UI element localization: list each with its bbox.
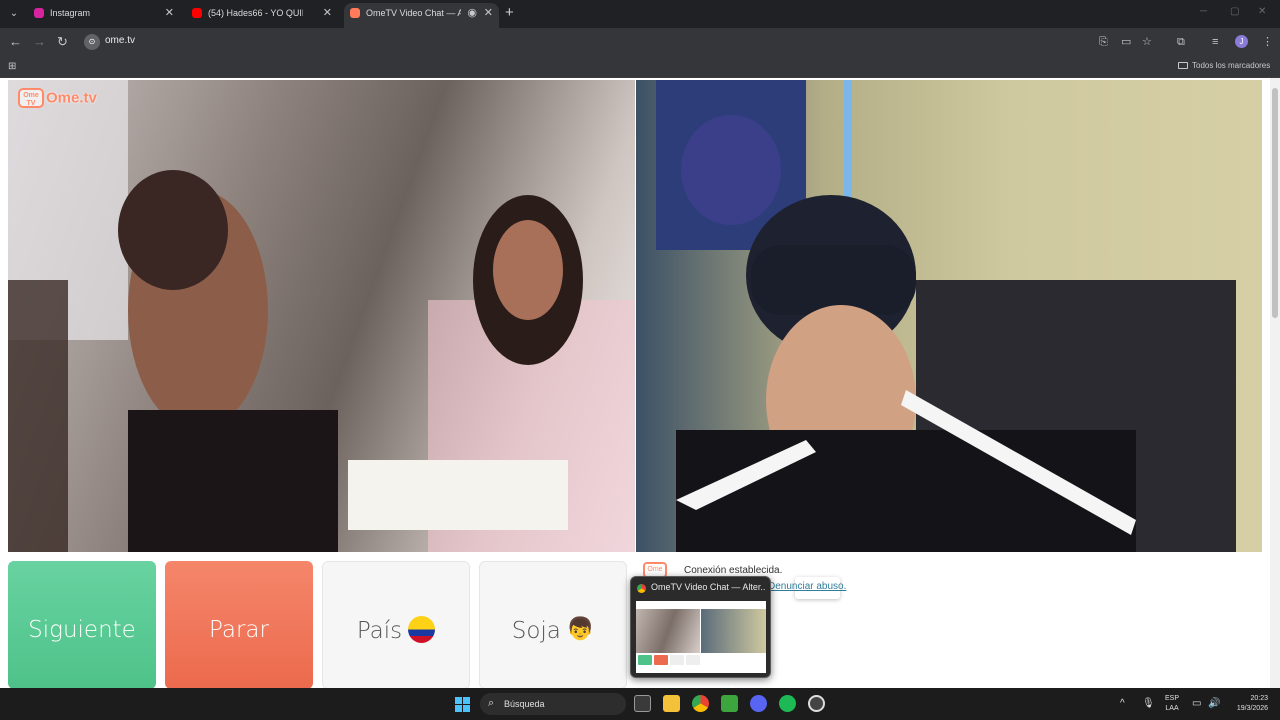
discord-icon[interactable] (750, 695, 767, 712)
preview-image (636, 601, 766, 673)
remote-video (8, 80, 635, 552)
tab-youtube[interactable]: (54) Hades66 - YO QUIERO ✕ (186, 3, 338, 28)
close-icon[interactable]: ✕ (323, 3, 332, 23)
stop-button[interactable]: Parar (165, 561, 313, 689)
apps-grid-icon[interactable]: ⊞ (8, 61, 16, 72)
report-abuse-link[interactable]: Denunciar abuso. (768, 581, 846, 592)
show-hidden-icons[interactable]: ^ (1120, 698, 1125, 709)
microphone-icon[interactable]: 🎙 (1142, 698, 1155, 709)
taskbar-search[interactable]: ⌕ Búsqueda (480, 693, 626, 715)
url-text[interactable]: ome.tv (105, 35, 135, 46)
tab-title: OmeTV Video Chat — Alte (366, 8, 461, 18)
preview-next-button (638, 655, 652, 665)
keyboard-layout: LAA (1165, 705, 1179, 712)
tab-instagram[interactable]: Instagram ✕ (28, 3, 180, 28)
language-code: ESP (1165, 695, 1180, 702)
instagram-icon (34, 8, 44, 18)
minimize-icon[interactable]: ─ (1200, 6, 1207, 17)
search-label: Búsqueda (504, 699, 545, 709)
local-video (636, 80, 1262, 552)
maximize-icon[interactable]: ▢ (1230, 6, 1239, 17)
connection-message: Conexión establecida. (684, 565, 783, 576)
language-indicator[interactable]: ESP LAA (1165, 694, 1179, 714)
forward-icon[interactable]: → (33, 34, 46, 50)
next-button-label: Siguiente (28, 617, 136, 643)
preview-local-video (701, 609, 766, 653)
page-scrollbar[interactable] (1270, 78, 1280, 688)
extensions-icon[interactable]: ⧉ (1177, 35, 1185, 49)
translate-icon[interactable]: ⎘ (1099, 35, 1108, 49)
close-icon[interactable]: ✕ (165, 3, 174, 23)
tab-ometv[interactable]: OmeTV Video Chat — Alte ◉ ✕ (344, 3, 499, 28)
back-icon[interactable]: ← (9, 34, 22, 50)
media-controls-icon[interactable]: ≡ (1212, 35, 1218, 49)
reload-icon[interactable]: ↻ (57, 34, 68, 50)
volume-icon[interactable]: 🔊 (1208, 698, 1220, 709)
obs-icon[interactable] (808, 695, 825, 712)
gender-label: Soja (511, 618, 561, 644)
tab-title: (54) Hades66 - YO QUIERO (208, 8, 303, 18)
country-label: País (356, 618, 403, 644)
remote-video-image (8, 80, 635, 552)
preview-stop-button (654, 655, 668, 665)
tab-search-icon[interactable]: ⌄ (5, 5, 23, 23)
address-bar[interactable]: ⊙ ome.tv (80, 30, 1090, 54)
clock-date: 19/3/2026 (1236, 705, 1268, 712)
preview-remote-video (636, 609, 700, 653)
search-icon: ⌕ (488, 697, 495, 709)
tab-strip: ⌄ Instagram ✕ (54) Hades66 - YO QUIERO ✕… (0, 0, 1280, 28)
bookmarks-folder-label: Todos los marcadores (1192, 61, 1271, 70)
cast-icon[interactable]: ▭ (1121, 35, 1131, 49)
chrome-icon (637, 584, 646, 593)
preview-gender-button (686, 655, 700, 665)
recording-icon: ◉ (467, 7, 477, 19)
colombia-flag-icon (408, 616, 436, 643)
gender-selector[interactable]: Soja 👦 (479, 561, 627, 689)
country-selector[interactable]: País (322, 561, 470, 689)
minecraft-icon[interactable] (721, 695, 738, 712)
file-explorer-icon[interactable] (663, 695, 680, 712)
task-view-icon[interactable] (634, 695, 651, 712)
bookmarks-bar: ⊞ Todos los marcadores (0, 56, 1280, 78)
system-clock[interactable]: 20:23 19/3/2026 (1222, 694, 1268, 714)
folder-icon (1178, 62, 1188, 70)
site-info-icon[interactable]: ⊙ (84, 34, 100, 50)
tab-title: Instagram (50, 8, 91, 18)
network-icon[interactable]: ▭ (1192, 698, 1201, 709)
new-tab-button[interactable]: + (505, 4, 514, 22)
windows-start-icon[interactable] (455, 697, 470, 712)
bookmark-star-icon[interactable]: ☆ (1142, 35, 1152, 49)
close-window-icon[interactable]: ✕ (1258, 6, 1266, 17)
all-bookmarks-folder[interactable]: Todos los marcadores (1178, 61, 1270, 70)
profile-avatar[interactable]: J (1235, 35, 1248, 48)
stop-button-label: Parar (209, 617, 269, 643)
ometv-icon (350, 8, 360, 18)
spotify-icon[interactable] (779, 695, 796, 712)
logo-badge: Ome TV (18, 88, 44, 108)
browser-toolbar: ← → ↻ ⊙ ome.tv ⎘ ▭ ☆ ⧉ ≡ ⋮ (0, 28, 1280, 56)
youtube-icon (192, 8, 202, 18)
next-button[interactable]: Siguiente (8, 561, 156, 689)
chrome-taskbar-icon[interactable] (692, 695, 709, 712)
clock-time: 20:23 (1250, 695, 1268, 702)
ometv-logo[interactable]: Ome TV Ome.tv (18, 88, 97, 110)
local-video-image (656, 80, 1236, 552)
boy-emoji-icon: 👦 (566, 616, 595, 642)
close-icon[interactable]: ✕ (484, 3, 493, 23)
logo-text: Ome.tv (46, 89, 97, 107)
menu-icon[interactable]: ⋮ (1262, 35, 1273, 49)
taskbar-preview[interactable]: OmeTV Video Chat — Alter... (630, 576, 771, 678)
preview-country-button (670, 655, 684, 665)
scrollbar-thumb[interactable] (1272, 88, 1278, 318)
preview-title: OmeTV Video Chat — Alter... (651, 582, 766, 592)
